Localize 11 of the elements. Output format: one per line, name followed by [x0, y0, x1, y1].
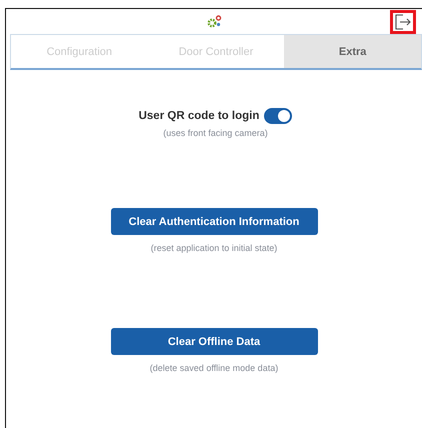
tab[interactable]: Extra — [284, 35, 422, 68]
qr-login-label: User QR code to login — [138, 110, 260, 122]
action-button[interactable]: Clear Offline Data — [110, 328, 318, 355]
logout-button[interactable] — [390, 10, 416, 34]
qr-login-toggle[interactable] — [264, 108, 292, 124]
gears-icon — [206, 14, 222, 28]
logout-icon — [394, 13, 412, 31]
action-hint: (reset application to initial state) — [150, 243, 278, 253]
qr-login-hint: (uses front facing camera) — [163, 128, 268, 138]
action-hint: (delete saved offline mode data) — [150, 363, 278, 373]
action-button[interactable]: Clear Authentication Information — [110, 208, 318, 235]
